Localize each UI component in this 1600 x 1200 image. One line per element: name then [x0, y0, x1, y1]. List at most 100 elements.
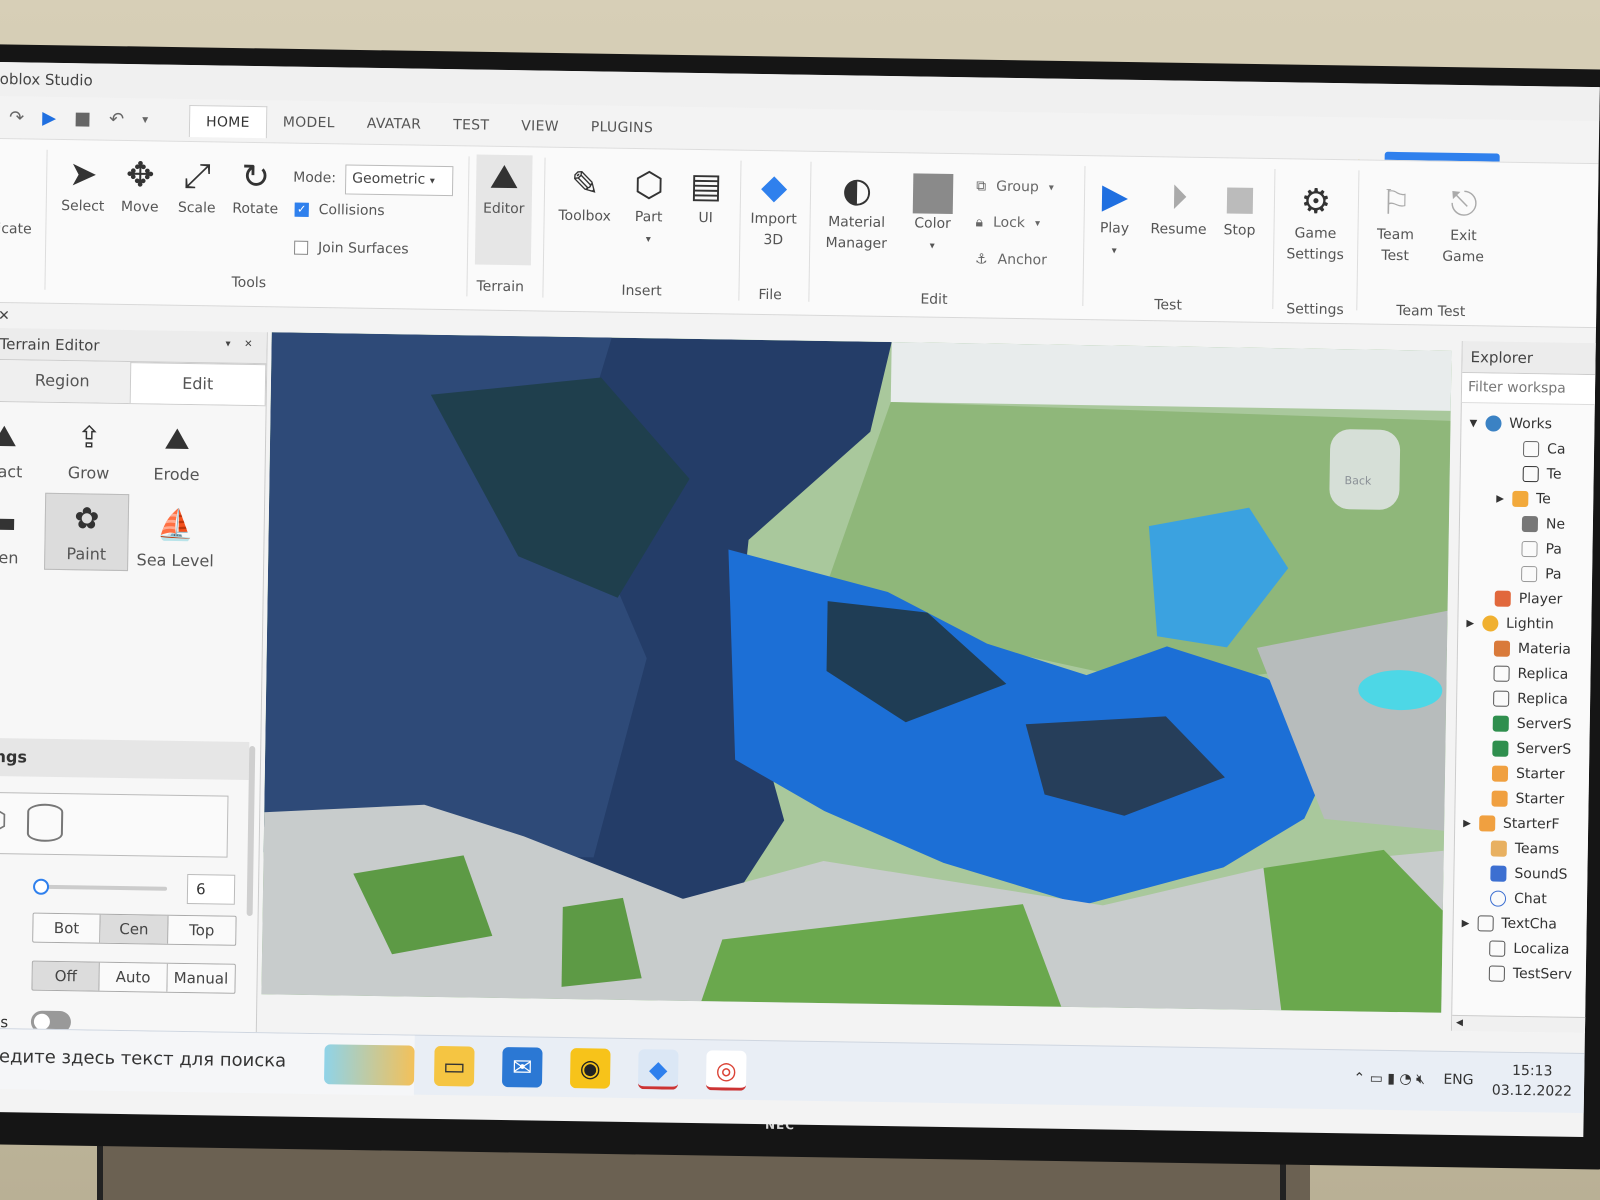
exit-label: Exit — [1450, 227, 1477, 245]
explorer-filter-input[interactable]: Filter workspa — [1461, 373, 1596, 406]
explorer-item-npc[interactable]: Ne — [1521, 515, 1565, 533]
tab-test[interactable]: TEST — [437, 109, 506, 142]
tab-avatar[interactable]: AVATAR — [351, 108, 438, 141]
tab-plugins[interactable]: PLUGINS — [575, 111, 670, 144]
select-button[interactable]: ➤ Select — [58, 152, 109, 218]
chrome-icon[interactable]: ◎ — [705, 1050, 747, 1091]
color-button[interactable]: Color ▾ — [905, 169, 960, 256]
mail-icon[interactable]: ✉ — [501, 1047, 543, 1088]
tab-view[interactable]: VIEW — [505, 110, 575, 143]
explorer-item-players[interactable]: Player — [1494, 590, 1562, 608]
team-test-button[interactable]: ⚐ Team Test — [1367, 181, 1424, 268]
terrain-editor-button[interactable]: ⛰ Editor — [474, 154, 533, 266]
cube-shape-icon[interactable]: ⬡ — [0, 803, 8, 838]
stop-button[interactable]: ■ Stop — [1217, 176, 1262, 242]
subtract-tool[interactable]: ⛰ tract — [0, 411, 44, 481]
explorer-item-folder[interactable]: ▶ Te — [1496, 490, 1551, 507]
roblox-studio-icon[interactable]: ◆ — [637, 1049, 679, 1090]
explorer-item-server-storage[interactable]: ServerS — [1492, 740, 1572, 758]
tab-edit[interactable]: Edit — [129, 362, 267, 406]
cylinder-shape-icon[interactable] — [26, 803, 64, 843]
customize-icon[interactable]: ▾ — [142, 112, 148, 126]
explorer-item-starter-player[interactable]: ▶ StarterF — [1463, 815, 1560, 833]
explorer-item-starter-gui[interactable]: Starter — [1491, 765, 1565, 783]
explorer-item-camera[interactable]: Ca — [1522, 440, 1566, 458]
slider-handle[interactable] — [32, 878, 50, 895]
chat-app-icon[interactable]: ◉ — [569, 1048, 611, 1089]
explorer-item-localization-service[interactable]: Localiza — [1489, 940, 1569, 958]
pivot-bottom-option[interactable]: Bot — [33, 913, 101, 943]
rotate-button[interactable]: ↻ Rotate — [228, 155, 284, 221]
panel-close-icon[interactable]: ✕ — [244, 339, 253, 350]
snap-auto-option[interactable]: Auto — [99, 962, 168, 992]
play-button[interactable]: ▶ Play ▾ — [1091, 174, 1138, 261]
flatten-tool[interactable]: ▬ tten — [0, 497, 43, 567]
explorer-item-replicated-first[interactable]: Replica — [1493, 665, 1568, 683]
part-button[interactable]: ⬡ Part ▾ — [625, 163, 672, 250]
redo-icon[interactable]: ↷ — [9, 107, 24, 128]
explorer-item-part[interactable]: Pa — [1521, 540, 1562, 558]
material-manager-button[interactable]: ◐ Material Manager — [821, 168, 892, 255]
grow-tool[interactable]: ⇪ Grow — [48, 413, 129, 483]
explorer-item-material-service[interactable]: Materia — [1493, 640, 1571, 658]
explorer-item-teams[interactable]: Teams — [1490, 840, 1559, 858]
toolbox-button[interactable]: ✎ Toolbox — [553, 162, 616, 228]
move-button[interactable]: ✥ Move — [115, 153, 166, 219]
tab-home[interactable]: HOME — [188, 104, 268, 139]
game-settings-button[interactable]: ⚙ Game Settings — [1283, 179, 1348, 266]
ribbon-separator — [44, 149, 48, 290]
pivot-center-option[interactable]: Cen — [100, 914, 169, 944]
size-slider[interactable] — [32, 878, 168, 895]
mode-dropdown[interactable]: Geometric ▾ — [344, 164, 454, 197]
snap-off-option[interactable]: Off — [32, 961, 101, 991]
panel-menu-icon[interactable]: ▾ — [225, 339, 230, 350]
explorer-item-lighting[interactable]: ▶ Lightin — [1466, 615, 1554, 632]
sea-level-tool[interactable]: ⛵ Sea Level — [135, 500, 216, 571]
scale-button[interactable]: ⤢ Scale — [172, 154, 223, 220]
anchor-button[interactable]: ⚓︎ Anchor — [975, 251, 1047, 268]
size-value-input[interactable]: 6 — [186, 874, 236, 905]
undo-icon[interactable]: ↶ — [109, 108, 124, 129]
resume-button[interactable]: ⏵ Resume — [1147, 175, 1210, 241]
explorer-item-label: ServerS — [1516, 740, 1572, 758]
lock-button[interactable]: 🔒︎ Lock ▾ — [975, 214, 1040, 231]
panel-scrollbar[interactable] — [246, 746, 256, 917]
group-button[interactable]: ⧉ Group ▾ — [976, 178, 1054, 195]
close-panel-icon[interactable]: ✕ — [0, 308, 10, 324]
language-indicator[interactable]: ENG — [1443, 1072, 1473, 1088]
stop-icon[interactable]: ■ — [74, 108, 91, 129]
file-explorer-icon[interactable]: ▭ — [433, 1045, 475, 1087]
test-group-label: Test — [1154, 297, 1183, 314]
cube-icon: ⬡ — [633, 164, 665, 206]
join-surfaces-checkbox[interactable]: Join Surfaces — [294, 240, 409, 257]
scroll-left-icon[interactable]: ◀ — [1456, 1018, 1463, 1028]
server-icon — [1492, 740, 1509, 757]
collisions-checkbox[interactable]: ✓ Collisions — [294, 202, 385, 219]
explorer-item-replicated-storage[interactable]: Replica — [1493, 690, 1568, 708]
ribbon-separator — [542, 157, 546, 298]
3d-viewport[interactable]: Back — [261, 332, 1452, 1013]
snap-manual-option[interactable]: Manual — [167, 963, 235, 993]
explorer-item-terrain[interactable]: Te — [1522, 465, 1562, 483]
play-icon[interactable]: ▶ — [42, 107, 56, 128]
exit-game-button[interactable]: ⎋ Exit Game — [1435, 182, 1492, 269]
erode-tool[interactable]: ⛰ Erode — [136, 414, 217, 485]
clock[interactable]: 15:13 03.12.2022 — [1492, 1061, 1573, 1103]
explorer-item-part[interactable]: Pa — [1521, 565, 1562, 583]
explorer-item-chat[interactable]: Chat — [1489, 890, 1547, 907]
tray-icons[interactable]: ⌃ ▭ ▮ ◔ 🔇︎ — [1353, 1071, 1425, 1088]
explorer-item-test-service[interactable]: TestServ — [1488, 965, 1572, 983]
duplicate-button-partial[interactable]: icate — [0, 219, 32, 241]
explorer-item-server-script-service[interactable]: ServerS — [1492, 715, 1572, 733]
tab-region[interactable]: Region — [0, 359, 130, 404]
ui-button[interactable]: ▤ UI — [685, 164, 726, 230]
explorer-item-text-chat-service[interactable]: ▶ TextCha — [1462, 915, 1557, 933]
import-3d-button[interactable]: ◆ Import 3D — [745, 165, 802, 252]
explorer-item-sound-service[interactable]: SoundS — [1490, 865, 1568, 883]
pivot-top-option[interactable]: Top — [167, 915, 236, 945]
explorer-item-workspace[interactable]: ▼ Works — [1469, 415, 1552, 432]
paint-tool[interactable]: ✿ Paint — [44, 492, 130, 572]
explorer-item-starter-pack[interactable]: Starter — [1491, 790, 1564, 808]
explorer-horizontal-scrollbar[interactable]: ◀ — [1451, 1014, 1587, 1034]
tab-model[interactable]: MODEL — [267, 106, 352, 139]
